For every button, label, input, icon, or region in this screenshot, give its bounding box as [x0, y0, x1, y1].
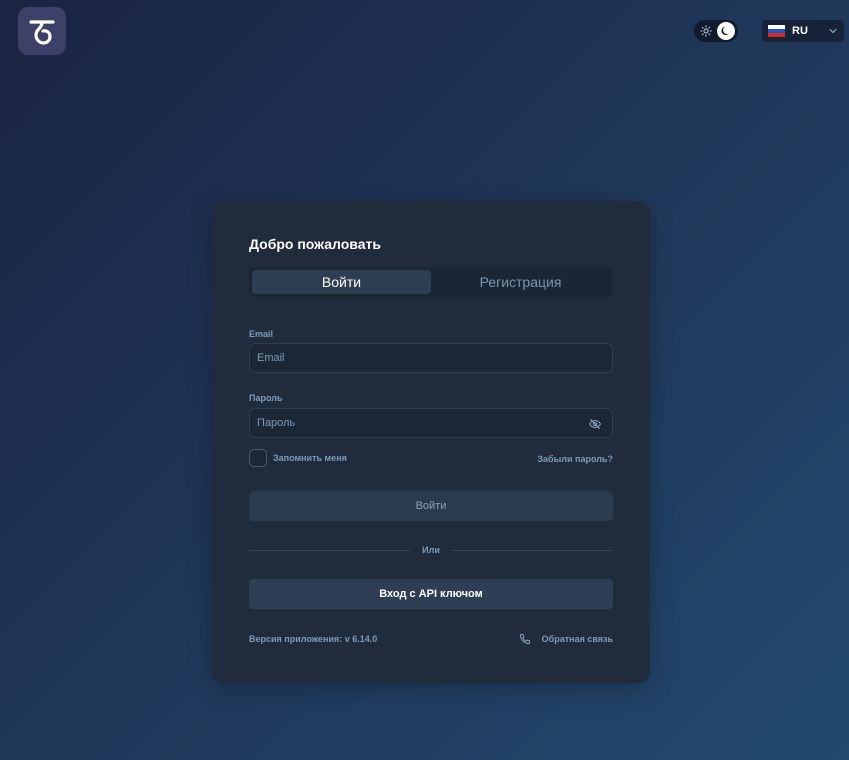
brand-logo[interactable]: [18, 7, 66, 55]
tab-register[interactable]: Регистрация: [431, 270, 610, 294]
divider-line-right: [451, 549, 613, 551]
brand-logo-icon: [29, 20, 55, 45]
api-key-login-button[interactable]: Вход с API ключом: [249, 579, 613, 609]
email-label: Email: [249, 329, 274, 339]
sun-icon: [700, 25, 712, 37]
tab-login[interactable]: Войти: [252, 270, 431, 294]
card-title: Добро пожаловать: [249, 236, 381, 252]
auth-card: Добро пожаловать Войти Регистрация Email…: [212, 201, 650, 683]
eye-off-icon[interactable]: [588, 417, 602, 431]
feedback-label: Обратная связь: [541, 634, 613, 644]
language-select[interactable]: RU: [762, 20, 844, 42]
divider-line-left: [249, 549, 411, 551]
phone-icon: [519, 633, 531, 645]
russia-flag-icon: [768, 25, 785, 37]
email-field[interactable]: [249, 343, 613, 373]
remember-me[interactable]: Запомнить меня: [249, 449, 347, 467]
password-label: Пароль: [249, 393, 283, 403]
chevron-down-icon: [828, 26, 838, 36]
auth-tabs: Войти Регистрация: [249, 267, 613, 297]
password-field[interactable]: [249, 408, 613, 438]
forgot-password-link[interactable]: Забыли пароль?: [537, 454, 613, 464]
divider-text: Или: [422, 545, 440, 555]
login-button[interactable]: Войти: [249, 491, 613, 521]
remember-checkbox[interactable]: [249, 449, 267, 467]
or-divider: Или: [249, 544, 613, 556]
moon-icon: [717, 22, 735, 40]
app-version: Версия приложения: v 6.14.0: [249, 634, 378, 644]
theme-toggle[interactable]: [694, 20, 738, 42]
feedback-link[interactable]: Обратная связь: [519, 633, 613, 645]
language-label: RU: [792, 25, 808, 37]
remember-label: Запомнить меня: [273, 453, 347, 463]
